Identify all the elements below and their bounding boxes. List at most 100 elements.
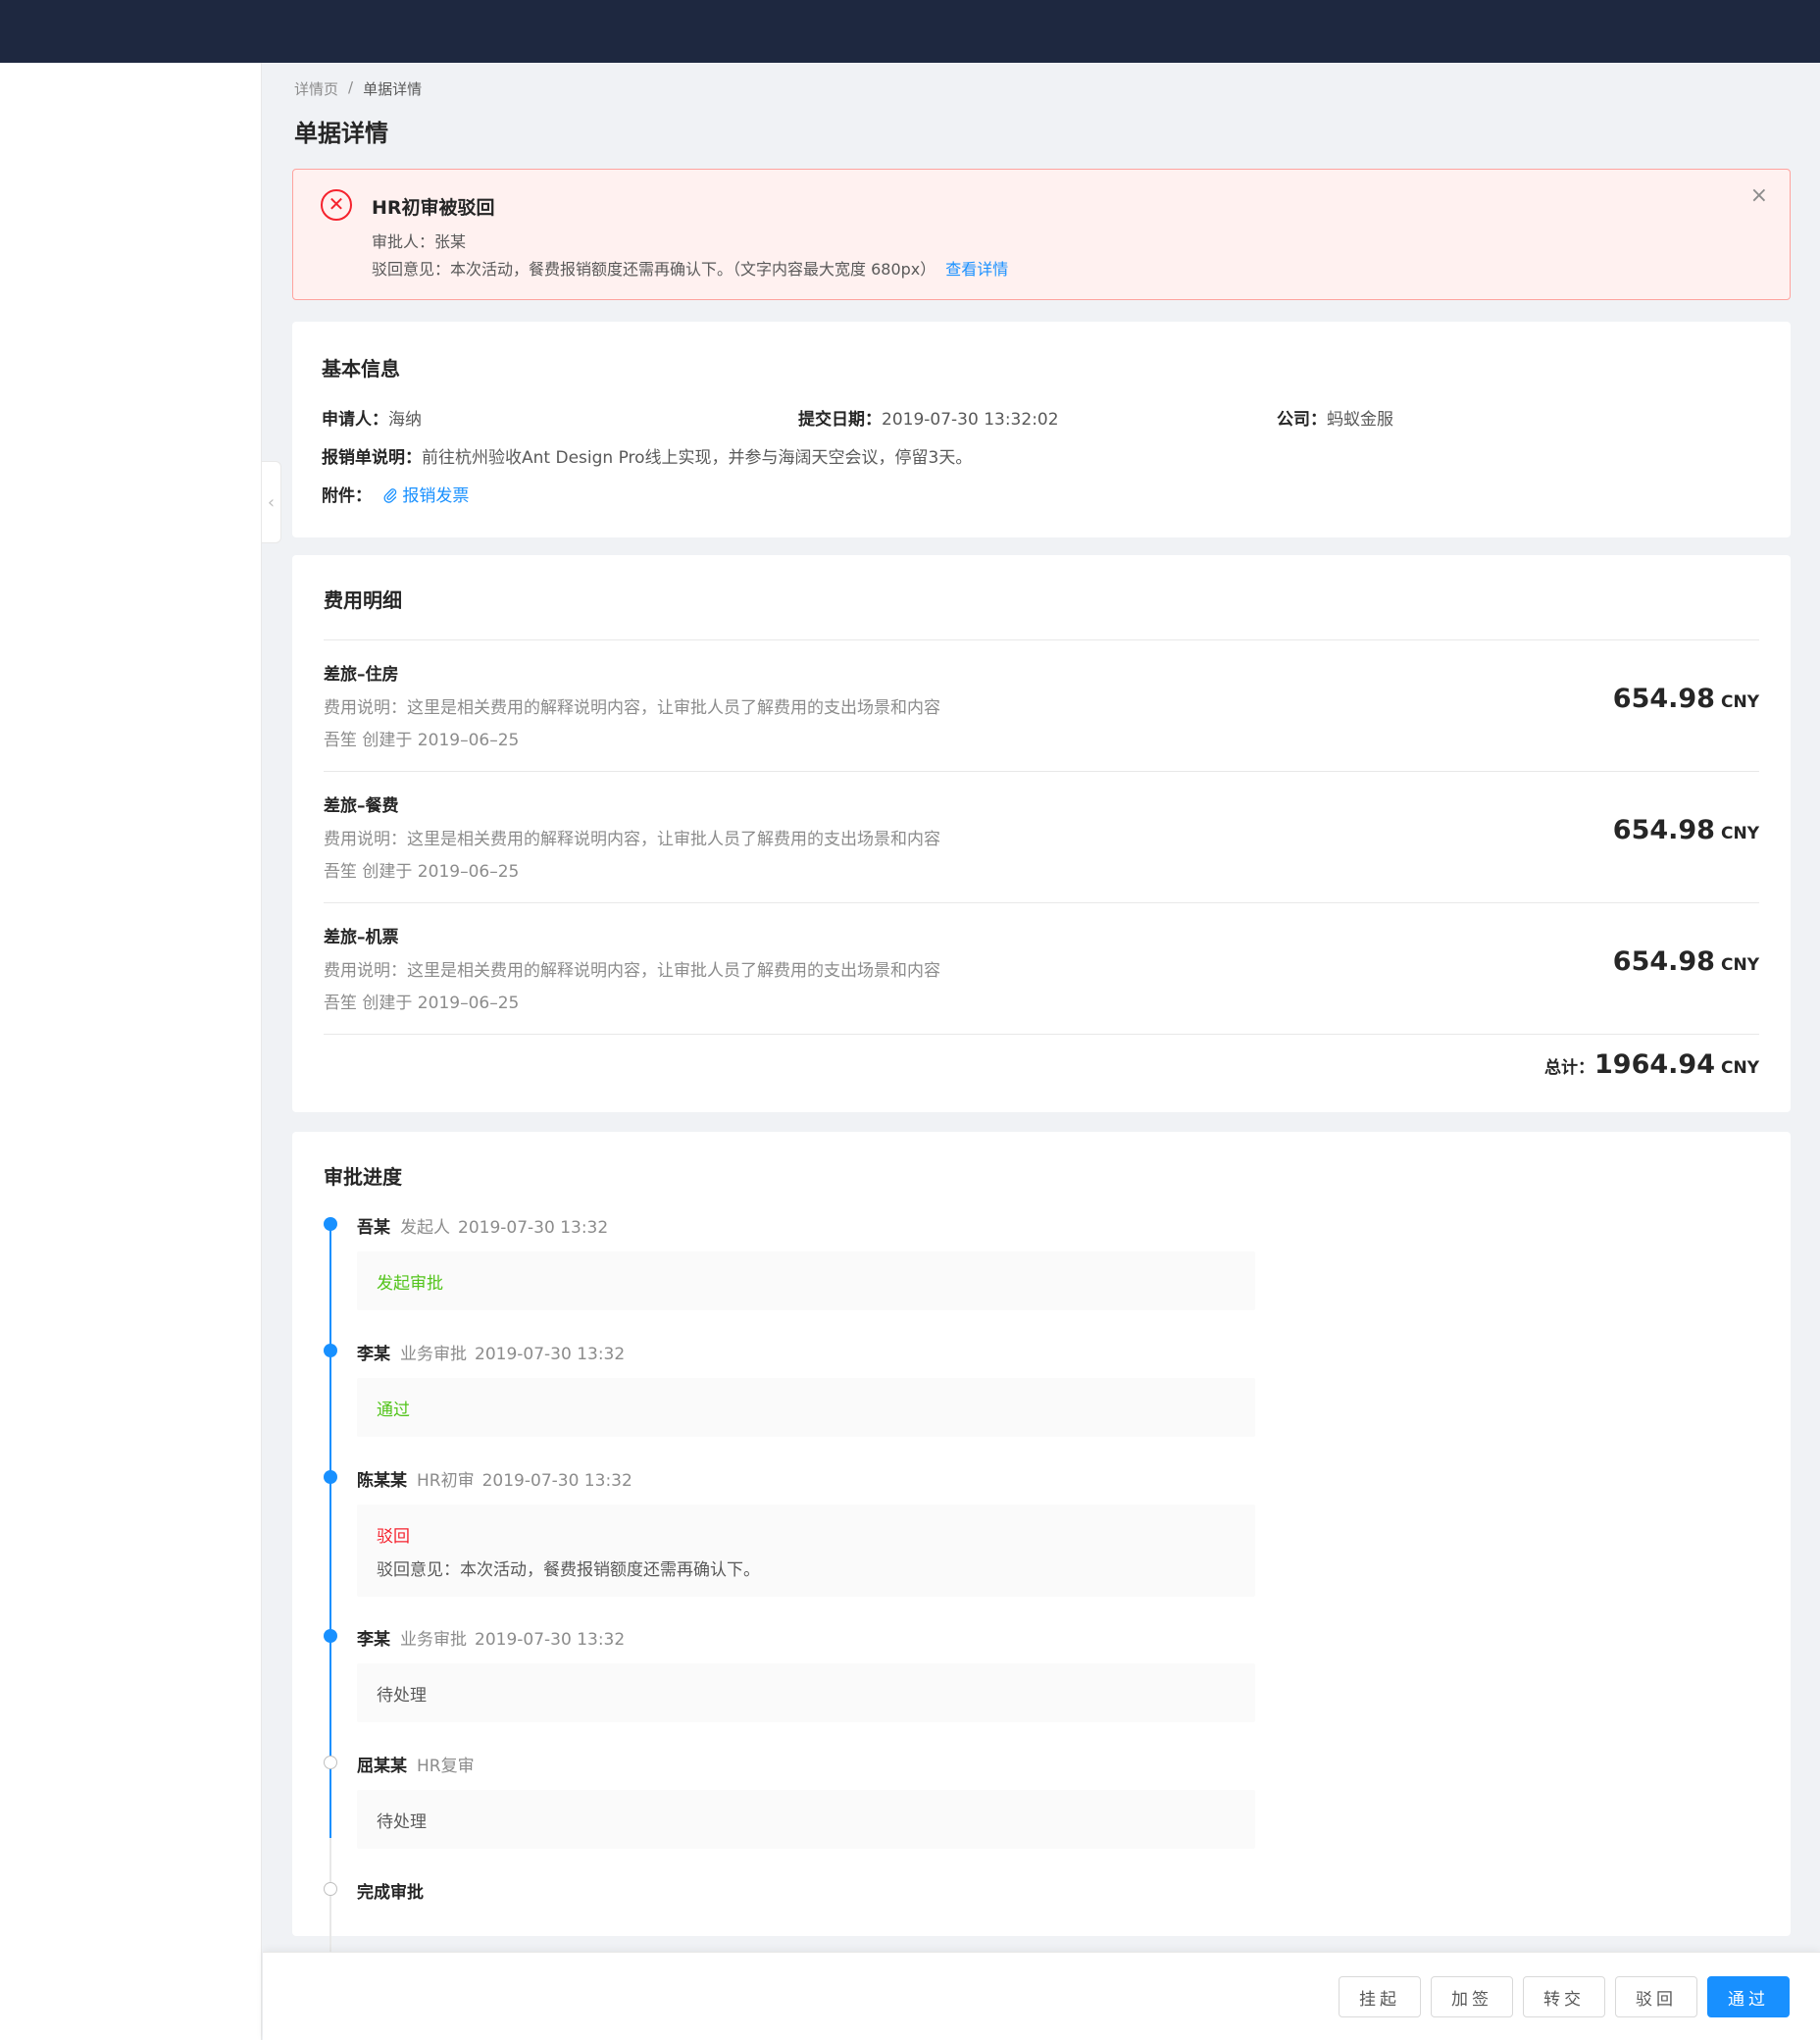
divider — [324, 1034, 1759, 1035]
expense-item: 差旅–机票 费用说明：这里是相关费用的解释说明内容，让审批人员了解费用的支出场景… — [324, 903, 1759, 1035]
basic-info-title: 基本信息 — [322, 357, 400, 381]
page-title: 单据详情 — [294, 120, 388, 147]
transfer-button[interactable]: 转交 — [1523, 1976, 1605, 2017]
expense-meta: 吾笙 创建于 2019–06–25 — [324, 731, 520, 750]
timeline-step-header: 完成审批 — [357, 1878, 433, 1903]
expense-item: 差旅–餐费 费用说明：这里是相关费用的解释说明内容，让审批人员了解费用的支出场景… — [324, 772, 1759, 903]
step-time: 2019-07-30 13:32 — [458, 1218, 609, 1238]
expense-description: 费用说明：这里是相关费用的解释说明内容，让审批人员了解费用的支出场景和内容 — [324, 830, 940, 849]
company-field: 公司：蚂蚁金服 — [1277, 405, 1393, 430]
basic-info-card: 基本信息 申请人：海纳 提交日期：2019-07-30 13:32:02 公司：… — [292, 322, 1791, 537]
expense-amount: 654.98 CNY — [1613, 815, 1759, 845]
approve-button[interactable]: 通过 — [1707, 1976, 1790, 2017]
timeline-line-done — [329, 1230, 331, 1922]
footer-action-bar: 挂起 加签 转交 驳回 通过 — [263, 1952, 1820, 2040]
main-content: 详情页 / 单据详情 单据详情 ✕ HR初审被驳回 审批人：张某 驳回意见：本次… — [263, 63, 1820, 2026]
step-person: 李某 — [357, 1345, 390, 1364]
reject-button[interactable]: 驳回 — [1615, 1976, 1697, 2017]
total-currency: CNY — [1720, 1058, 1759, 1078]
expense-detail-card: 费用明细 差旅–住房 费用说明：这里是相关费用的解释说明内容，让审批人员了解费用… — [292, 555, 1791, 1112]
timeline-dot-pending — [324, 1756, 337, 1769]
timeline-step-box: 通过 — [357, 1378, 1255, 1437]
attachment-label: 附件： — [322, 486, 372, 506]
applicant-field: 申请人：海纳 — [322, 405, 422, 430]
expense-description: 费用说明：这里是相关费用的解释说明内容，让审批人员了解费用的支出场景和内容 — [324, 961, 940, 981]
amount-currency: CNY — [1720, 955, 1759, 975]
rejection-alert: ✕ HR初审被驳回 审批人：张某 驳回意见：本次活动，餐费报销额度还需再确认下。… — [292, 169, 1791, 300]
company-label: 公司： — [1277, 410, 1327, 430]
alert-reason: 驳回意见：本次活动，餐费报销额度还需再确认下。（文字内容最大宽度 680px） — [372, 260, 936, 279]
close-icon[interactable]: × — [1750, 183, 1768, 208]
timeline-dot-pending — [324, 1882, 337, 1896]
amount-value: 654.98 — [1612, 946, 1715, 977]
amount-value: 654.98 — [1612, 684, 1715, 714]
amount-value: 654.98 — [1612, 815, 1715, 845]
timeline-step-header: 陈某某 HR初审 2019-07-30 13:32 — [357, 1466, 632, 1491]
step-final: 完成审批 — [357, 1883, 424, 1903]
submit-date-value: 2019-07-30 13:32:02 — [882, 410, 1059, 430]
alert-reason-line: 驳回意见：本次活动，餐费报销额度还需再确认下。（文字内容最大宽度 680px） 查… — [372, 256, 1008, 280]
alert-title: HR初审被驳回 — [372, 197, 495, 219]
step-status: 发起审批 — [377, 1274, 443, 1294]
description-field: 报销单说明：前往杭州验收Ant Design Pro线上实现，并参与海阔天空会议… — [322, 443, 972, 468]
expense-description: 费用说明：这里是相关费用的解释说明内容，让审批人员了解费用的支出场景和内容 — [324, 698, 940, 718]
breadcrumb: 详情页 / 单据详情 — [294, 78, 422, 99]
timeline-step-header: 屈某某 HR复审 — [357, 1752, 475, 1776]
expense-total: 总计：1964.94 CNY — [1544, 1049, 1759, 1080]
breadcrumb-item-detail-page[interactable]: 详情页 — [294, 78, 338, 99]
timeline-step-box: 待处理 — [357, 1663, 1255, 1722]
step-role: 业务审批 — [400, 1345, 467, 1364]
approval-progress-title: 审批进度 — [324, 1165, 402, 1189]
step-status: 待处理 — [377, 1686, 427, 1706]
add-signer-button[interactable]: 加签 — [1431, 1976, 1513, 2017]
attachment-link[interactable]: 报销发票 — [377, 486, 469, 506]
step-time: 2019-07-30 13:32 — [475, 1345, 626, 1364]
step-role: HR复审 — [417, 1757, 475, 1776]
top-header — [0, 0, 1820, 63]
total-label: 总计： — [1544, 1058, 1594, 1078]
timeline-step-box: 发起审批 — [357, 1251, 1255, 1310]
attachment-field: 附件： 报销发票 — [322, 482, 469, 506]
submit-date-label: 提交日期： — [798, 410, 882, 430]
timeline-step-box: 待处理 — [357, 1790, 1255, 1849]
sidebar — [0, 63, 262, 2040]
step-comment: 驳回意见：本次活动，餐费报销额度还需再确认下。 — [377, 1560, 760, 1580]
step-time: 2019-07-30 13:32 — [475, 1630, 626, 1650]
breadcrumb-item-current: 单据详情 — [363, 80, 423, 98]
timeline-step-header: 李某 业务审批 2019-07-30 13:32 — [357, 1625, 625, 1650]
total-value: 1964.94 — [1594, 1049, 1715, 1080]
expense-meta: 吾笙 创建于 2019–06–25 — [324, 862, 520, 882]
alert-approver: 审批人：张某 — [372, 232, 467, 251]
step-person: 屈某某 — [357, 1757, 407, 1776]
expense-detail-title: 费用明细 — [324, 588, 402, 612]
amount-currency: CNY — [1720, 692, 1759, 712]
paperclip-icon — [383, 488, 397, 503]
step-role: 业务审批 — [400, 1630, 467, 1650]
suspend-button[interactable]: 挂起 — [1339, 1976, 1421, 2017]
approval-progress-card: 审批进度 吾某 发起人 2019-07-30 13:32 发起审批 李某 业务审批 20… — [292, 1132, 1791, 2026]
step-role: 发起人 — [400, 1218, 450, 1238]
expense-amount: 654.98 CNY — [1613, 946, 1759, 977]
timeline-dot — [324, 1217, 337, 1231]
description-label: 报销单说明： — [322, 448, 422, 468]
step-status: 待处理 — [377, 1812, 427, 1832]
step-time: 2019-07-30 13:32 — [481, 1471, 632, 1491]
expense-name: 差旅–餐费 — [324, 796, 399, 816]
expense-name: 差旅–住房 — [324, 665, 399, 685]
timeline-step-box: 驳回 驳回意见：本次活动，餐费报销额度还需再确认下。 — [357, 1504, 1255, 1597]
applicant-value: 海纳 — [388, 410, 422, 430]
timeline-dot — [324, 1470, 337, 1484]
amount-currency: CNY — [1720, 824, 1759, 843]
expense-name: 差旅–机票 — [324, 928, 399, 947]
step-person: 李某 — [357, 1630, 390, 1650]
description-value: 前往杭州验收Ant Design Pro线上实现，并参与海阔天空会议，停留3天。 — [422, 448, 973, 468]
expense-amount: 654.98 CNY — [1613, 684, 1759, 714]
expense-meta: 吾笙 创建于 2019–06–25 — [324, 994, 520, 1013]
view-details-link[interactable]: 查看详情 — [945, 260, 1008, 279]
timeline-dot — [324, 1344, 337, 1357]
step-status: 驳回 — [377, 1527, 410, 1547]
step-role: HR初审 — [417, 1471, 475, 1491]
step-status: 通过 — [377, 1401, 410, 1420]
timeline-step-header: 李某 业务审批 2019-07-30 13:32 — [357, 1340, 625, 1364]
attachment-name: 报销发票 — [402, 486, 470, 506]
